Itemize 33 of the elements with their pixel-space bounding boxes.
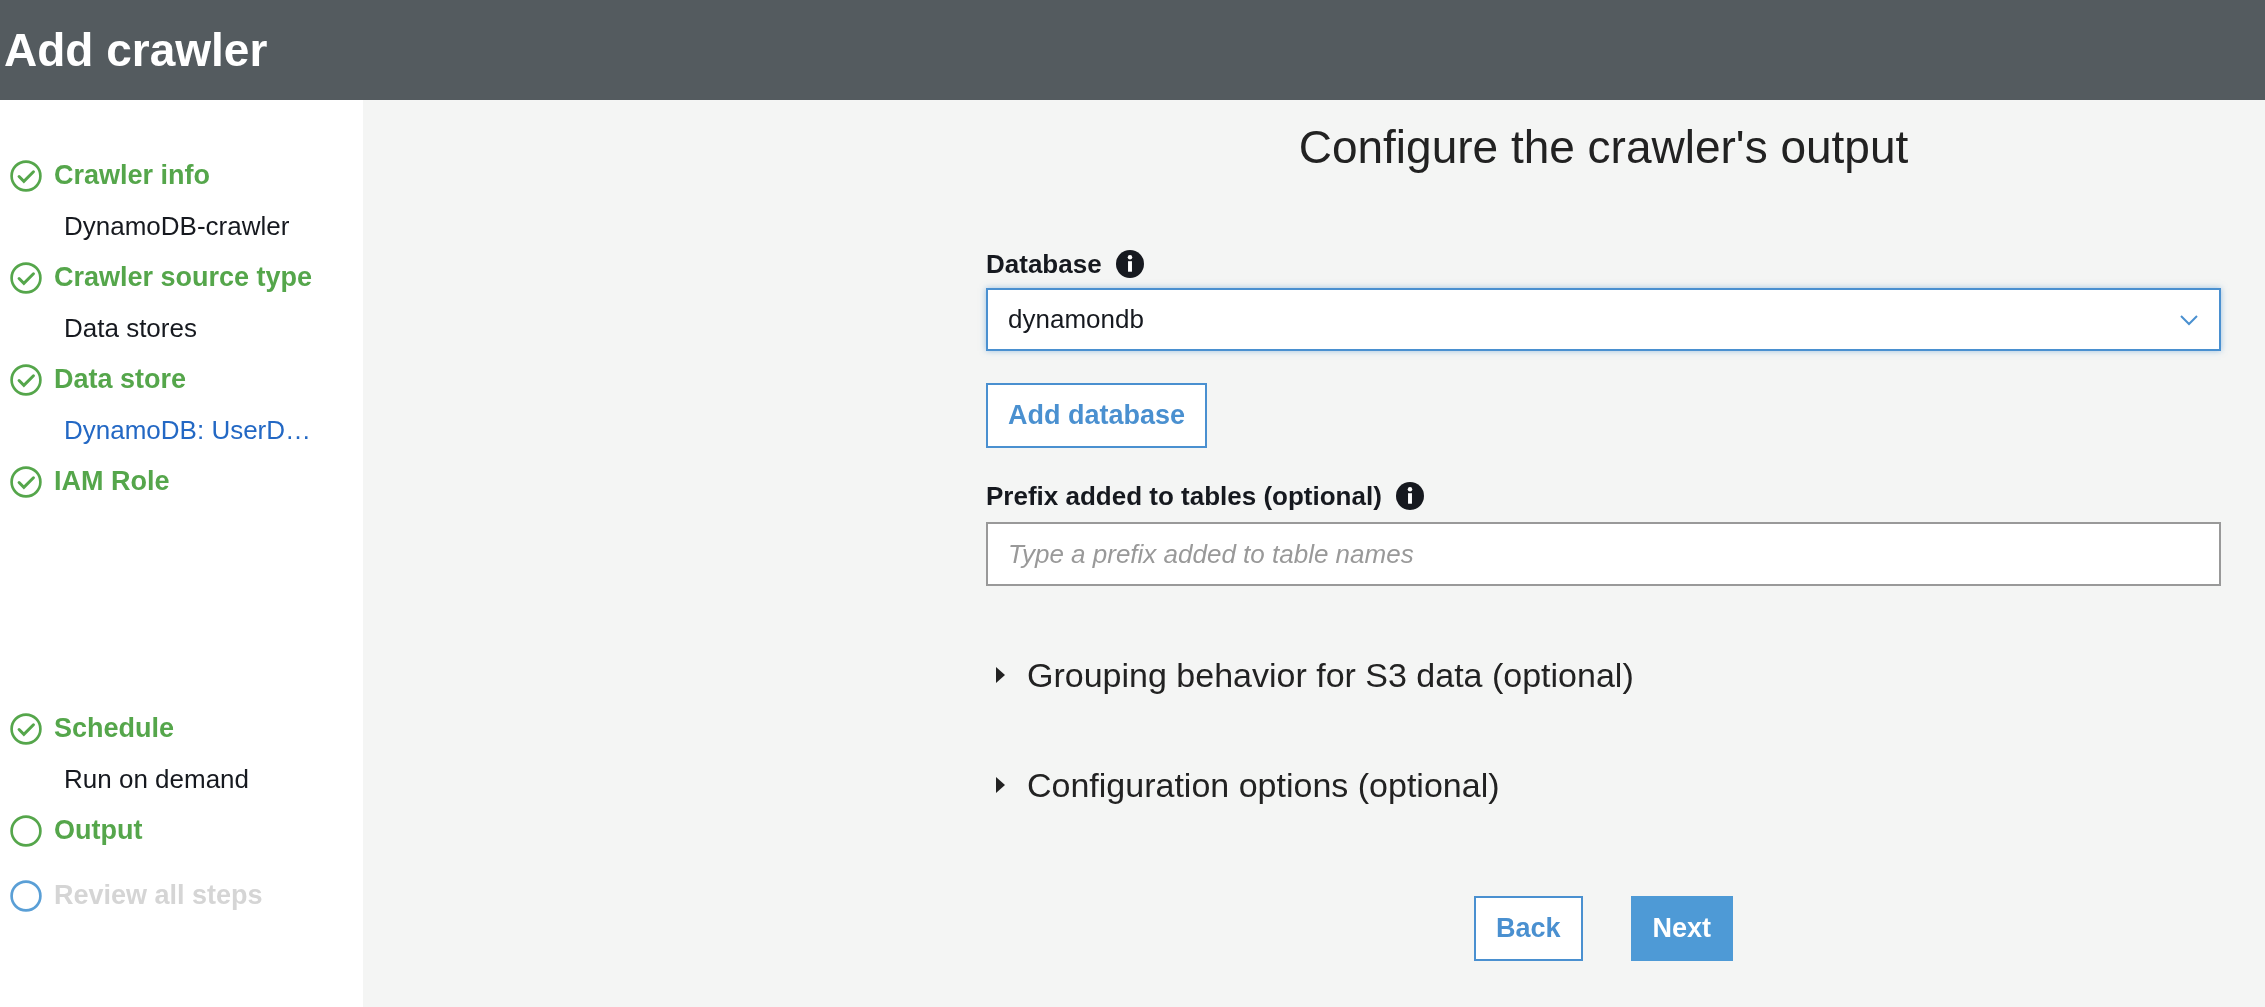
check-circle-icon <box>10 465 42 498</box>
step-detail: Run on demand <box>63 763 250 796</box>
section-toggle[interactable]: Configuration options (optional) <box>1027 765 1500 805</box>
section-toggle[interactable]: Grouping behavior for S3 data (optional) <box>1027 655 1634 695</box>
circle-icon <box>10 814 42 847</box>
info-icon[interactable] <box>1395 482 1424 510</box>
circle-icon <box>10 879 42 912</box>
database-dropdown[interactable]: dynamondb <box>986 288 2221 351</box>
step-title[interactable]: Data store <box>54 364 187 395</box>
check-circle-icon <box>10 261 42 294</box>
add-database-button[interactable]: Add database <box>986 383 1208 448</box>
page-title: Add crawler <box>4 23 268 77</box>
field-label: Prefix added to tables (optional) <box>986 480 1382 512</box>
check-circle-icon <box>10 363 42 396</box>
check-circle-icon <box>10 159 42 192</box>
step-title[interactable]: Crawler source type <box>54 262 313 293</box>
step-title[interactable]: Output <box>54 815 143 846</box>
chevron-down-icon <box>2179 313 2199 326</box>
step-detail: DynamoDB-crawler <box>63 210 290 243</box>
step-title[interactable]: IAM Role <box>54 466 170 497</box>
section-heading: Configure the crawler's output <box>1298 120 1909 174</box>
step-title[interactable]: Crawler info <box>54 160 211 191</box>
back-button[interactable]: Back <box>1473 896 1583 961</box>
caret-icon[interactable] <box>996 667 1005 683</box>
caret-icon[interactable] <box>996 777 1005 793</box>
prefix-input-field[interactable]: Type a prefix added to table names <box>986 522 2221 586</box>
info-icon[interactable] <box>1115 250 1144 278</box>
step-detail-link[interactable]: DynamoDB: UserD… <box>0 405 312 456</box>
step-title[interactable]: Schedule <box>54 713 175 744</box>
step-detail: Data stores <box>63 312 197 345</box>
next-button[interactable]: Next <box>1630 896 1734 961</box>
field-label: Database <box>986 248 1102 280</box>
check-circle-icon <box>10 712 42 745</box>
